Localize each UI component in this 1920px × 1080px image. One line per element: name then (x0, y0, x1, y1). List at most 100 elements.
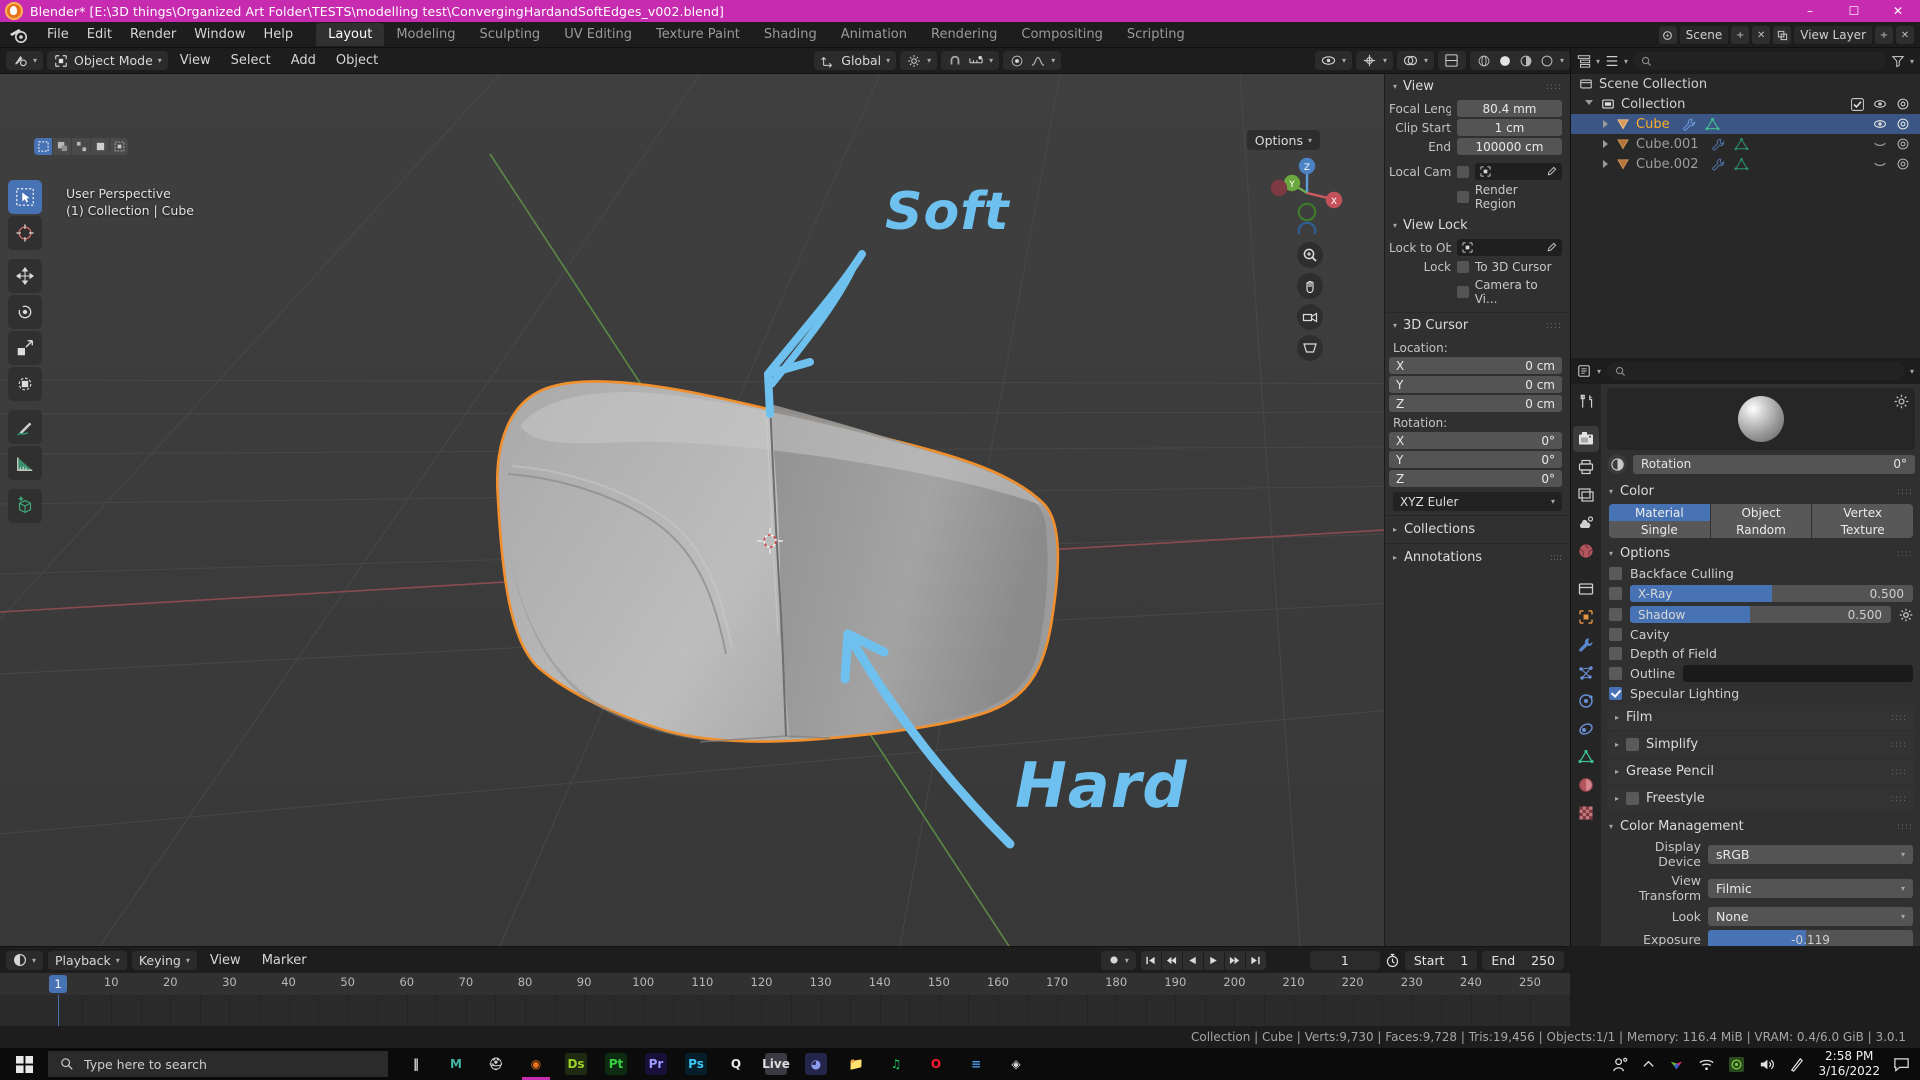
3d-viewport[interactable]: ▾ Object Mode ▾ View Select Add Object G… (0, 48, 1570, 946)
tab-uv-editing[interactable]: UV Editing (552, 23, 644, 46)
lock-to-object-field[interactable] (1457, 239, 1562, 256)
taskbar-app-discord-icon[interactable]: ◕ (796, 1048, 836, 1080)
navigation-gizmo[interactable]: Z X Y (1266, 152, 1344, 241)
npanel-tab-tool[interactable]: Tool (1384, 134, 1385, 176)
tray-network-icon[interactable] (1728, 1056, 1745, 1073)
exposure-slider[interactable]: -0.119 (1708, 930, 1913, 946)
properties-options-chevron-down-icon[interactable]: ▾ (1910, 367, 1914, 376)
properties-tab-collection[interactable] (1573, 576, 1599, 602)
outline-row[interactable]: Outline (1601, 663, 1920, 684)
properties-tab-data[interactable] (1573, 744, 1599, 770)
render-region-row[interactable]: Render Region (1385, 181, 1570, 213)
blender-logo-icon[interactable] (8, 26, 30, 44)
lock-to-3d-cursor-row[interactable]: Lock To 3D Cursor (1385, 257, 1570, 276)
color-management-section-header[interactable]: ▾ Color Management :::: (1601, 813, 1920, 837)
viewport-menu-select[interactable]: Select (223, 51, 279, 70)
outliner-editor[interactable]: ▾ ▾ ▾ Scene Collection Collection Cube C… (1570, 48, 1920, 358)
taskbar-app-blender-icon[interactable]: ◉ (516, 1048, 556, 1080)
preview-gear-icon[interactable] (1894, 394, 1909, 413)
freestyle-panel-header[interactable]: ▸ Freestyle :::: (1607, 786, 1915, 811)
shadow-row[interactable]: Shadow 0.500 (1601, 604, 1920, 625)
viewport-canvas[interactable]: User Perspective (1) Collection | Cube S… (0, 74, 1570, 946)
look-dropdown[interactable]: None ▾ (1708, 907, 1913, 926)
cursor-location-y[interactable]: Y 0 cm (1389, 376, 1562, 393)
cube002-disclosure-triangle-icon[interactable] (1603, 160, 1608, 168)
remove-view-layer-icon[interactable]: ✕ (1896, 26, 1914, 44)
rotation-mode-dropdown[interactable]: XYZ Euler ▾ (1393, 492, 1562, 511)
taskbar-app-premiere-icon[interactable]: Pr (636, 1048, 676, 1080)
render-region-checkbox[interactable] (1457, 191, 1469, 203)
simplify-panel-header[interactable]: ▸ Simplify :::: (1607, 732, 1915, 757)
specular-lighting-checkbox[interactable] (1609, 687, 1622, 700)
freestyle-grip[interactable]: :::: (1891, 794, 1907, 804)
material-preview-box[interactable] (1607, 388, 1915, 450)
cube-eye-icon[interactable] (1873, 117, 1887, 131)
tray-wifi-icon[interactable] (1698, 1056, 1715, 1073)
new-scene-icon[interactable]: + (1731, 26, 1750, 44)
minimize-button[interactable]: – (1788, 0, 1832, 22)
outliner-display-chevron-down-icon[interactable]: ▾ (1624, 57, 1628, 66)
npanel-tab-3dprint[interactable]: 3D-Print (1384, 339, 1385, 405)
close-button[interactable]: ✕ (1876, 0, 1920, 22)
unlink-scene-icon[interactable]: ✕ (1752, 26, 1771, 44)
properties-tab-output[interactable] (1573, 454, 1599, 480)
properties-tab-physics[interactable] (1573, 688, 1599, 714)
tab-layout[interactable]: Layout (316, 23, 385, 46)
outliner-collection-row[interactable]: Collection (1571, 94, 1920, 114)
tab-texture-paint[interactable]: Texture Paint (644, 23, 752, 46)
cube-mesh-data-icon[interactable] (1705, 117, 1720, 132)
display-device-row[interactable]: Display Device sRGB ▾ (1601, 837, 1920, 871)
outliner-filter-chevron-down-icon[interactable]: ▾ (1910, 57, 1914, 66)
cursor-location-z-row[interactable]: Z 0 cm (1385, 394, 1570, 413)
taskbar-app-substance-icon[interactable]: ◈ (996, 1048, 1036, 1080)
view-section-grip[interactable]: :::: (1546, 82, 1562, 92)
next-keyframe-button[interactable] (1224, 950, 1245, 970)
timeline-track-area[interactable] (0, 995, 1570, 1027)
overlays-toggle[interactable]: ▾ (1396, 51, 1434, 70)
cube002-camera-icon[interactable] (1896, 157, 1910, 171)
select-mode-intersect[interactable] (110, 138, 128, 155)
cube001-modifier-icon[interactable] (1711, 137, 1726, 152)
focal-length-row[interactable]: Focal Lengt 80.4 mm (1385, 99, 1570, 118)
tray-people-icon[interactable] (1612, 1056, 1629, 1073)
outline-color-swatch[interactable] (1683, 665, 1913, 682)
cursor-tool[interactable] (8, 216, 42, 250)
cursor-rotation-z-row[interactable]: Z 0° (1385, 469, 1570, 488)
freestyle-checkbox[interactable] (1626, 792, 1640, 805)
properties-body[interactable]: Rotation 0° ▾ Color :::: Material Object… (1601, 384, 1920, 946)
collections-panel-header[interactable]: ▸ Collections (1385, 515, 1570, 543)
gizmo-toggle[interactable]: ▾ (1355, 51, 1393, 70)
outliner-filter-icon[interactable] (1891, 54, 1905, 68)
taskbar-app-notes-icon[interactable]: ≡ (956, 1048, 996, 1080)
backface-culling-row[interactable]: Backface Culling (1601, 564, 1920, 583)
cube002-eye-closed-icon[interactable] (1873, 157, 1887, 171)
snapping-controls[interactable]: ▾ (941, 51, 1000, 70)
shading-mode-selector[interactable]: ▾ (1469, 51, 1570, 70)
scene-name-field[interactable]: Scene (1679, 26, 1729, 44)
annotations-grip[interactable]: :::: (1550, 553, 1562, 563)
view-transform-dropdown[interactable]: Filmic ▾ (1708, 878, 1913, 898)
studio-light-rotation-row[interactable]: Rotation 0° (1607, 454, 1915, 474)
tab-compositing[interactable]: Compositing (1009, 23, 1115, 46)
viewport-options-button[interactable]: Options ▾ (1246, 130, 1320, 150)
taskbar-app-live-icon[interactable]: Live (756, 1048, 796, 1080)
cavity-row[interactable]: Cavity (1601, 625, 1920, 644)
start-button[interactable] (0, 1048, 48, 1080)
tab-modeling[interactable]: Modeling (384, 23, 467, 46)
auto-keying-toggle[interactable]: ▾ (1100, 950, 1136, 970)
rotate-tool[interactable] (8, 295, 42, 329)
properties-type-chevron-down-icon[interactable]: ▾ (1597, 367, 1601, 376)
viewport-menu-add[interactable]: Add (283, 51, 324, 70)
editor-type-selector[interactable]: ▾ (6, 51, 44, 70)
lock-to-3d-cursor-checkbox[interactable] (1457, 260, 1469, 273)
timeline-ruler[interactable]: 10 20 30 40 50 60 70 80 90 100 110 120 130 140 150 160 1… (0, 973, 1570, 995)
tray-volume-icon[interactable] (1758, 1056, 1775, 1073)
cursor-location-y-row[interactable]: Y 0 cm (1385, 375, 1570, 394)
outliner-search-field[interactable] (1633, 52, 1886, 70)
local-camera-row[interactable]: Local Cam... (1385, 162, 1570, 181)
cavity-checkbox[interactable] (1609, 628, 1622, 641)
local-camera-checkbox[interactable] (1457, 165, 1469, 178)
tab-animation[interactable]: Animation (829, 23, 919, 46)
new-view-layer-icon[interactable]: + (1875, 26, 1893, 44)
collection-camera-icon[interactable] (1896, 97, 1910, 111)
